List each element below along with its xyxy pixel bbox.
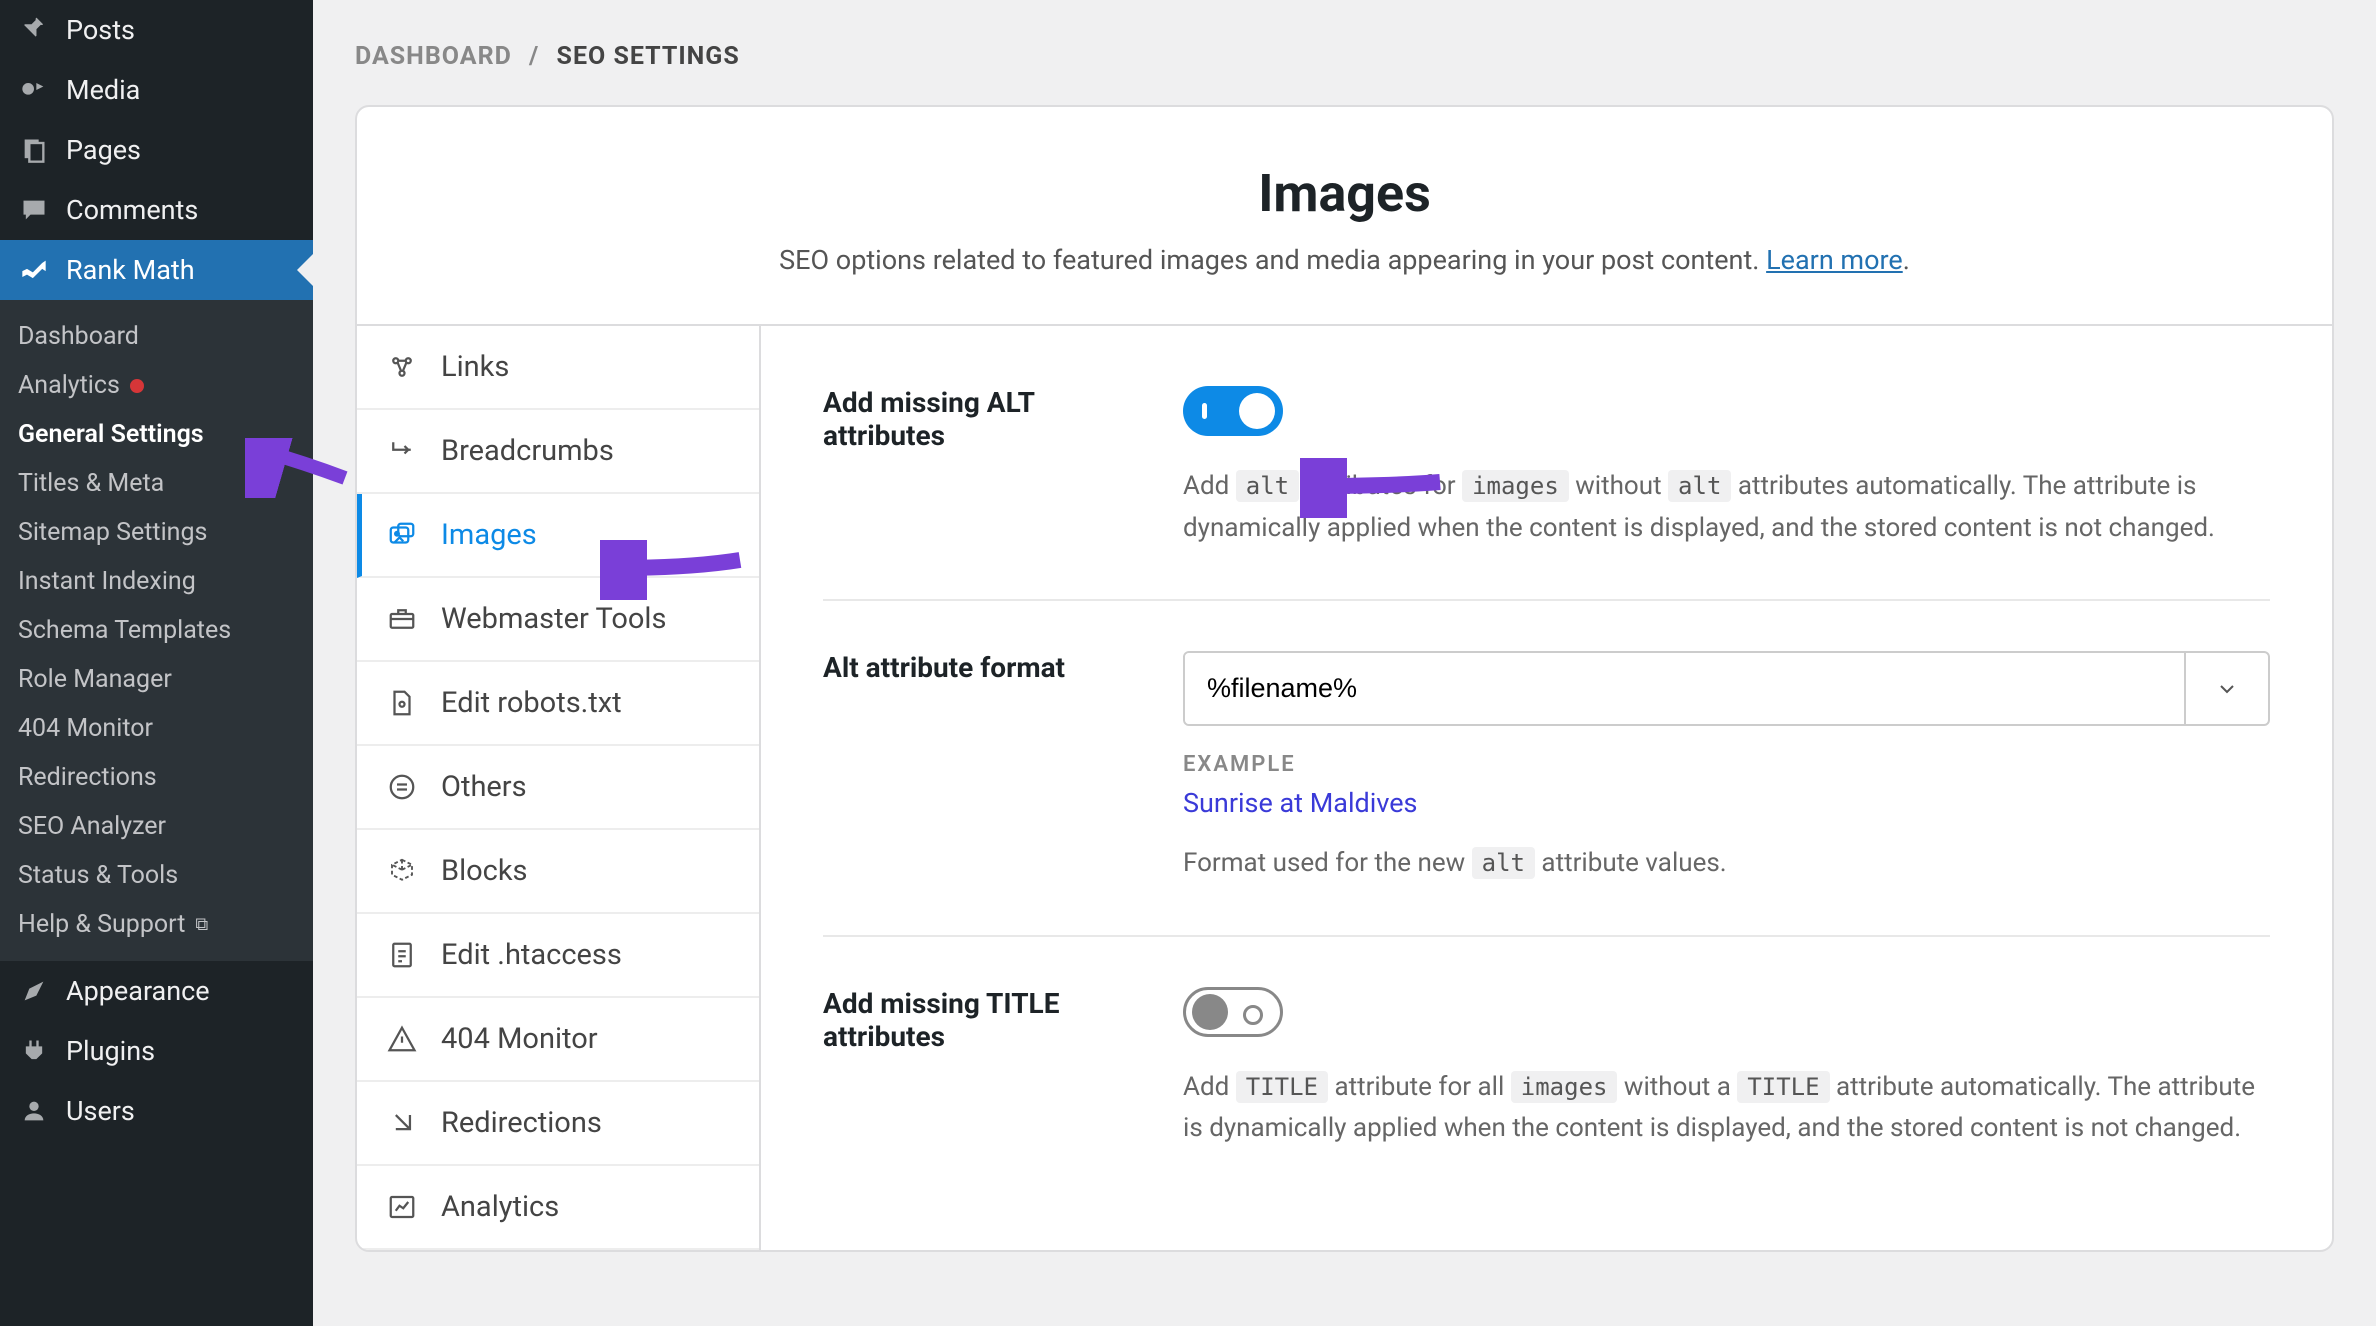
- setting-alt-format: Alt attribute format EXAMPLE Sunrise at …: [823, 651, 2270, 937]
- setting-add-title: Add missing TITLE attributes Add TITLE a…: [823, 987, 2270, 1150]
- sidebar-item-label: Posts: [66, 14, 135, 46]
- learn-more-link[interactable]: Learn more: [1766, 244, 1903, 276]
- admin-sidebar: Posts Media Pages Comments Rank Math Das…: [0, 0, 313, 1326]
- settings-nav-images[interactable]: Images: [357, 494, 759, 578]
- sidebar-item-appearance[interactable]: Appearance: [0, 961, 313, 1021]
- submenu-help-support[interactable]: Help & Support⧉: [0, 900, 313, 949]
- sidebar-submenu: Dashboard Analytics General Settings Tit…: [0, 300, 313, 961]
- submenu-titles-meta[interactable]: Titles & Meta: [0, 459, 313, 508]
- sidebar-item-comments[interactable]: Comments: [0, 180, 313, 240]
- robots-icon: [385, 686, 419, 720]
- sidebar-item-label: Appearance: [66, 975, 210, 1007]
- main-content: DASHBOARD / SEO SETTINGS Images SEO opti…: [313, 0, 2376, 1326]
- example-value: Sunrise at Maldives: [1183, 787, 2270, 819]
- others-icon: [385, 770, 419, 804]
- breadcrumb-current: SEO SETTINGS: [557, 42, 740, 71]
- submenu-schema-templates[interactable]: Schema Templates: [0, 606, 313, 655]
- submenu-sitemap-settings[interactable]: Sitemap Settings: [0, 508, 313, 557]
- page-subtitle: SEO options related to featured images a…: [387, 244, 2302, 276]
- links-icon: [385, 350, 419, 384]
- htaccess-icon: [385, 938, 419, 972]
- settings-nav-redirections[interactable]: Redirections: [357, 1082, 759, 1166]
- settings-nav-404-monitor[interactable]: 404 Monitor: [357, 998, 759, 1082]
- add-title-toggle[interactable]: [1183, 987, 1283, 1037]
- panel-header: Images SEO options related to featured i…: [357, 107, 2332, 326]
- sidebar-item-label: Rank Math: [66, 254, 195, 286]
- external-link-icon: ⧉: [195, 914, 208, 935]
- redirections-icon: [385, 1106, 419, 1140]
- setting-description: Add alt attributes for images without al…: [1183, 466, 2270, 549]
- sidebar-item-label: Pages: [66, 134, 141, 166]
- settings-nav-links[interactable]: Links: [357, 326, 759, 410]
- setting-description: Format used for the new alt attribute va…: [1183, 843, 2270, 885]
- settings-nav: Links Breadcrumbs Images Webmaster Tools…: [357, 326, 761, 1250]
- submenu-dashboard[interactable]: Dashboard: [0, 312, 313, 361]
- settings-content: Add missing ALT attributes Add alt attri…: [761, 326, 2332, 1250]
- setting-label: Alt attribute format: [823, 651, 1143, 885]
- alt-format-input[interactable]: [1185, 653, 2184, 724]
- chevron-down-icon: [2215, 677, 2239, 701]
- submenu-role-manager[interactable]: Role Manager: [0, 655, 313, 704]
- settings-nav-robots[interactable]: Edit robots.txt: [357, 662, 759, 746]
- breadcrumbs-icon: [385, 434, 419, 468]
- settings-nav-breadcrumbs[interactable]: Breadcrumbs: [357, 410, 759, 494]
- toolbox-icon: [385, 602, 419, 636]
- sidebar-item-label: Users: [66, 1095, 135, 1127]
- sidebar-item-label: Media: [66, 74, 140, 106]
- submenu-redirections[interactable]: Redirections: [0, 753, 313, 802]
- breadcrumb-parent[interactable]: DASHBOARD: [355, 42, 512, 71]
- sidebar-item-media[interactable]: Media: [0, 60, 313, 120]
- blocks-icon: [385, 854, 419, 888]
- submenu-general-settings[interactable]: General Settings: [0, 410, 313, 459]
- submenu-analytics[interactable]: Analytics: [0, 361, 313, 410]
- submenu-status-tools[interactable]: Status & Tools: [0, 851, 313, 900]
- add-alt-toggle[interactable]: [1183, 386, 1283, 436]
- submenu-seo-analyzer[interactable]: SEO Analyzer: [0, 802, 313, 851]
- sidebar-item-pages[interactable]: Pages: [0, 120, 313, 180]
- sidebar-item-posts[interactable]: Posts: [0, 0, 313, 60]
- analytics-icon: [385, 1190, 419, 1224]
- users-icon: [18, 1095, 50, 1127]
- comment-icon: [18, 194, 50, 226]
- setting-add-alt: Add missing ALT attributes Add alt attri…: [823, 386, 2270, 601]
- appearance-icon: [18, 975, 50, 1007]
- submenu-instant-indexing[interactable]: Instant Indexing: [0, 557, 313, 606]
- breadcrumb: DASHBOARD / SEO SETTINGS: [355, 42, 2334, 71]
- breadcrumb-separator: /: [529, 42, 539, 71]
- settings-nav-analytics[interactable]: Analytics: [357, 1166, 759, 1250]
- plugin-icon: [18, 1035, 50, 1067]
- sidebar-item-plugins[interactable]: Plugins: [0, 1021, 313, 1081]
- notification-dot-icon: [130, 379, 144, 393]
- rankmath-icon: [18, 254, 50, 286]
- settings-nav-others[interactable]: Others: [357, 746, 759, 830]
- media-icon: [18, 74, 50, 106]
- setting-label: Add missing TITLE attributes: [823, 987, 1143, 1150]
- page-title: Images: [387, 163, 2302, 224]
- setting-label: Add missing ALT attributes: [823, 386, 1143, 549]
- images-icon: [385, 518, 419, 552]
- warning-icon: [385, 1022, 419, 1056]
- pin-icon: [18, 14, 50, 46]
- settings-nav-blocks[interactable]: Blocks: [357, 830, 759, 914]
- settings-panel: Images SEO options related to featured i…: [355, 105, 2334, 1252]
- submenu-404-monitor[interactable]: 404 Monitor: [0, 704, 313, 753]
- alt-format-input-wrap: [1183, 651, 2270, 726]
- sidebar-item-label: Plugins: [66, 1035, 155, 1067]
- sidebar-item-users[interactable]: Users: [0, 1081, 313, 1141]
- sidebar-item-rank-math[interactable]: Rank Math: [0, 240, 313, 300]
- variable-dropdown-button[interactable]: [2184, 653, 2268, 724]
- setting-description: Add TITLE attribute for all images witho…: [1183, 1067, 2270, 1150]
- example-label: EXAMPLE: [1183, 752, 2270, 777]
- page-icon: [18, 134, 50, 166]
- sidebar-item-label: Comments: [66, 194, 198, 226]
- settings-nav-webmaster-tools[interactable]: Webmaster Tools: [357, 578, 759, 662]
- settings-nav-htaccess[interactable]: Edit .htaccess: [357, 914, 759, 998]
